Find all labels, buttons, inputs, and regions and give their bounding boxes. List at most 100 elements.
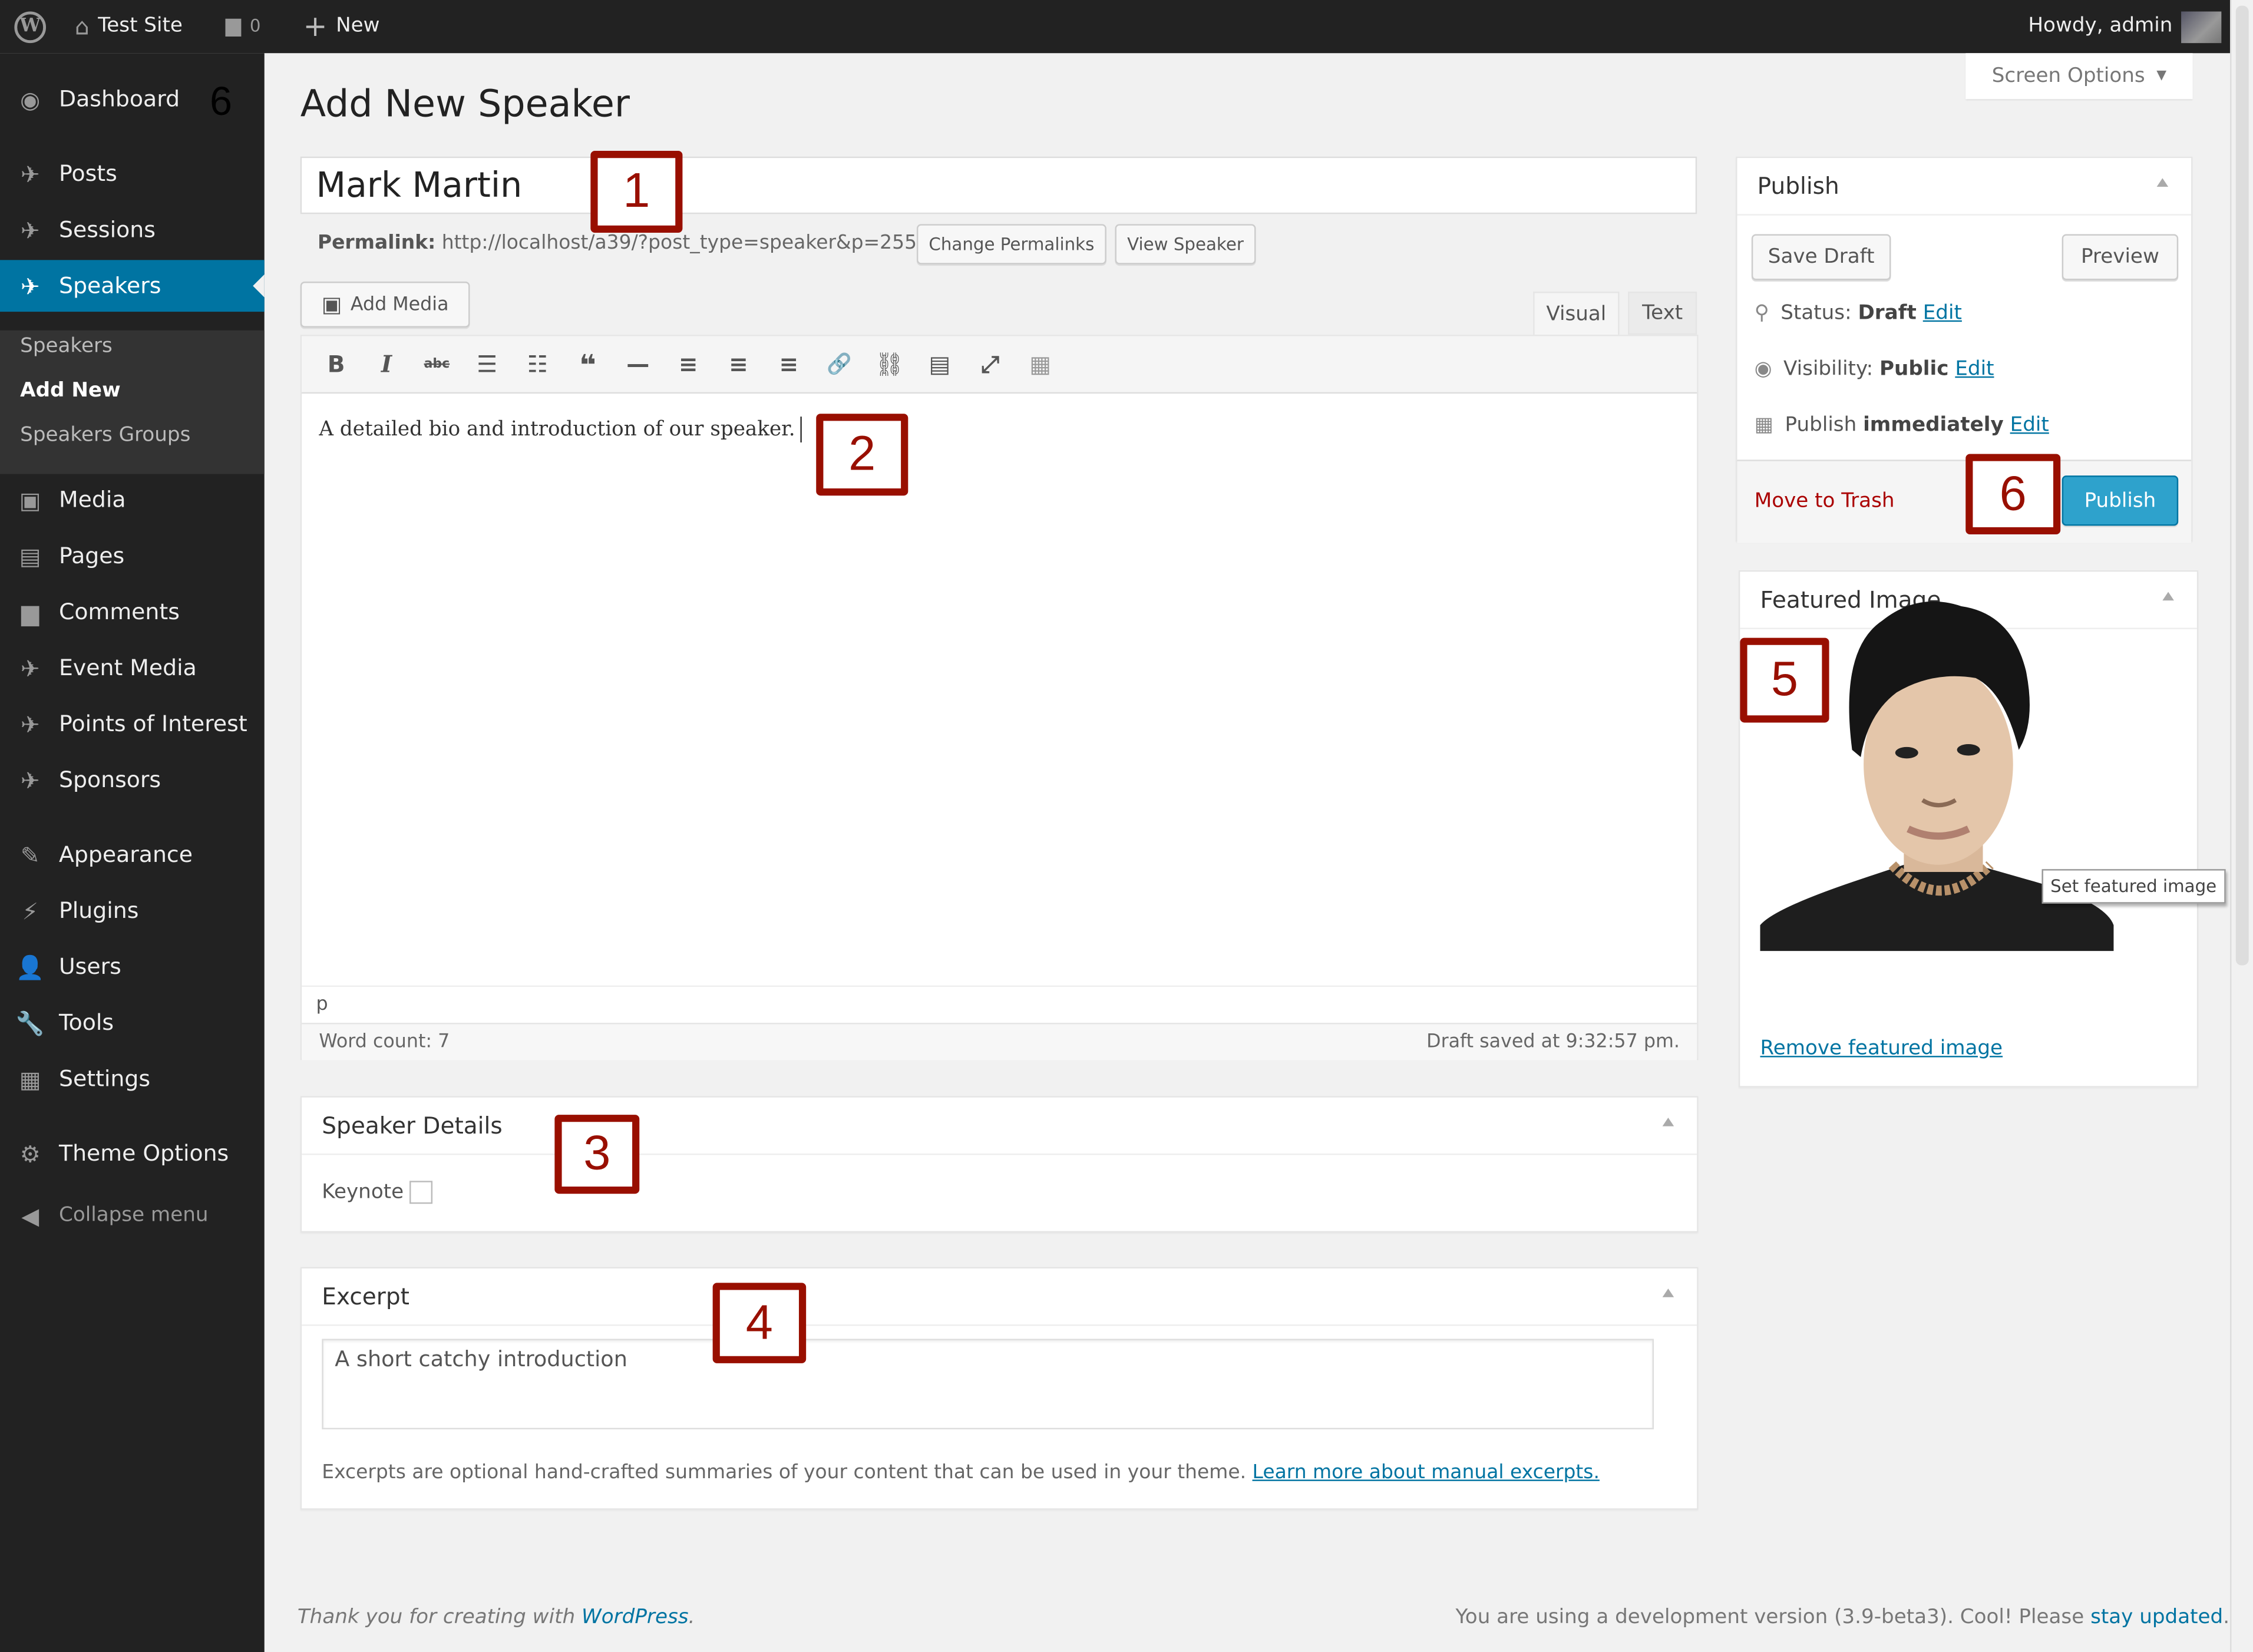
insert-more-icon[interactable]: ▤ [926, 350, 954, 379]
sidebar-item-theme-options[interactable]: ⚙ Theme Options [0, 1128, 265, 1179]
editor-body[interactable]: A detailed bio and introduction of our s… [319, 417, 802, 442]
annotation-marker-1: 1 [590, 151, 683, 233]
submenu-item-speakers[interactable]: Speakers [20, 335, 113, 358]
edit-schedule-link[interactable]: Edit [2010, 414, 2049, 437]
comments-link[interactable]: ▆ 0 [226, 0, 261, 53]
sidebar-item-pages[interactable]: ▤ Pages [0, 530, 265, 582]
move-to-trash-link[interactable]: Move to Trash [1755, 490, 1895, 513]
align-right-icon[interactable]: ≡ [775, 350, 804, 379]
caret-down-icon: ▼ [2156, 69, 2167, 84]
sidebar-item-event-media[interactable]: ✈ Event Media [0, 642, 265, 694]
sidebar-item-label: Users [58, 954, 121, 980]
sidebar-item-speakers[interactable]: ✈ Speakers [0, 260, 265, 312]
learn-more-excerpts-link[interactable]: Learn more about manual excerpts. [1253, 1461, 1600, 1484]
set-featured-image-tooltip: Set featured image [2041, 869, 2225, 904]
wordpress-logo-button[interactable]: W [14, 0, 47, 53]
collapse-toggle-icon[interactable] [2162, 592, 2174, 601]
eye-icon: ◉ [1754, 358, 1772, 381]
bold-icon[interactable]: B [322, 350, 351, 379]
kitchen-sink-icon[interactable]: ▦ [1026, 350, 1055, 379]
permalink-url[interactable]: http://localhost/a39/?post_type=speaker&… [442, 232, 917, 255]
page-scrollbar[interactable] [2229, 0, 2253, 1652]
new-content-link[interactable]: + New [303, 0, 380, 53]
stay-updated-link[interactable]: stay updated [2090, 1606, 2223, 1629]
sidebar-item-sponsors[interactable]: ✈ Sponsors [0, 754, 265, 806]
scrollbar-thumb[interactable] [2235, 5, 2249, 966]
numbered-list-icon[interactable]: ☷ [523, 350, 552, 379]
speaker-details-header[interactable]: Speaker Details [302, 1098, 1697, 1155]
sidebar-item-settings[interactable]: ▦ Settings [0, 1053, 265, 1105]
change-permalinks-button[interactable]: Change Permalinks [916, 224, 1106, 265]
editor-path: p [302, 985, 1697, 1023]
wordpress-link[interactable]: WordPress [582, 1606, 689, 1629]
plus-icon: + [303, 8, 328, 44]
save-draft-button[interactable]: Save Draft [1751, 234, 1891, 280]
media-icon: ▣ [19, 486, 41, 514]
sidebar-item-tools[interactable]: 🔧 Tools [0, 997, 265, 1049]
admin-bar: W ⌂ Test Site ▆ 0 + New Howdy, admin [0, 0, 2230, 54]
collapse-toggle-icon[interactable] [1662, 1117, 1674, 1126]
publish-box: Publish Save Draft Preview ⚲ Status: Dra… [1736, 156, 2193, 543]
account-menu[interactable]: Howdy, admin [2028, 0, 2222, 53]
edit-status-link[interactable]: Edit [1923, 302, 1962, 325]
sidebar-item-posts[interactable]: ✈ Posts [0, 148, 265, 200]
sidebar-item-users[interactable]: 👤 Users [0, 941, 265, 993]
add-media-label: Add Media [350, 293, 449, 316]
avatar [2181, 11, 2222, 42]
view-speaker-button[interactable]: View Speaker [1115, 224, 1256, 265]
home-icon: ⌂ [74, 12, 90, 41]
sidebar-item-label: Appearance [58, 841, 193, 868]
schedule-row: ▦ Publish immediately Edit [1755, 414, 2049, 437]
calendar-icon: ▦ [1754, 414, 1774, 437]
pages-icon: ▤ [19, 542, 41, 570]
schedule-label: Publish [1785, 414, 1857, 437]
sidebar-item-label: Pages [58, 543, 125, 569]
preview-button[interactable]: Preview [2062, 234, 2179, 280]
publish-button[interactable]: Publish [2062, 475, 2179, 526]
sidebar-item-label: Theme Options [58, 1140, 229, 1167]
excerpt-textarea[interactable]: A short catchy introduction [322, 1339, 1654, 1430]
align-left-icon[interactable]: ≡ [674, 350, 703, 379]
sidebar-item-comments[interactable]: ▆ Comments [0, 586, 265, 638]
add-media-button[interactable]: ▣ Add Media [300, 281, 470, 328]
sidebar-item-appearance[interactable]: ✎ Appearance [0, 829, 265, 881]
collapse-toggle-icon[interactable] [2156, 178, 2169, 187]
submenu-item-add-new[interactable]: Add New [20, 379, 120, 402]
collapse-menu-button[interactable]: ◀ Collapse menu [0, 1190, 265, 1241]
howdy-label: Howdy, admin [2028, 14, 2173, 38]
sidebar-item-points-of-interest[interactable]: ✈ Points of Interest [0, 698, 265, 750]
sidebar-item-media[interactable]: ▣ Media [0, 474, 265, 526]
sidebar-item-plugins[interactable]: ⚡ Plugins [0, 885, 265, 937]
sidebar-item-sessions[interactable]: ✈ Sessions [0, 204, 265, 256]
screen-options-button[interactable]: Screen Options ▼ [1965, 53, 2193, 100]
collapse-toggle-icon[interactable] [1662, 1288, 1674, 1297]
unlink-icon[interactable]: ⛓ [875, 350, 904, 379]
strikethrough-icon[interactable]: abc [422, 350, 451, 379]
plugins-icon: ⚡ [22, 897, 38, 925]
edit-visibility-link[interactable]: Edit [1955, 358, 1994, 381]
tab-visual[interactable]: Visual [1533, 291, 1620, 335]
footer-credit-text: Thank you for creating with [297, 1605, 576, 1629]
link-icon[interactable]: 🔗 [825, 350, 854, 379]
publish-header[interactable]: Publish [1737, 158, 2192, 216]
editor-toolbar: B I abc ☰ ☷ ❝ — ≡ ≡ ≡ 🔗 ⛓ ▤ ⤢ ▦ [302, 336, 1697, 394]
horizontal-rule-icon[interactable]: — [623, 350, 652, 379]
bullet-list-icon[interactable]: ☰ [473, 350, 501, 379]
editor-text: A detailed bio and introduction of our s… [319, 418, 795, 441]
align-center-icon[interactable]: ≡ [724, 350, 753, 379]
editor-status-bar: Word count: 7 Draft saved at 9:32:57 pm. [302, 1023, 1697, 1060]
site-name-link[interactable]: ⌂ Test Site [75, 0, 183, 53]
footer-version: You are using a development version (3.9… [1455, 1605, 2230, 1629]
keynote-checkbox[interactable] [409, 1181, 432, 1204]
appearance-icon: ✎ [20, 841, 40, 868]
italic-icon[interactable]: I [372, 350, 401, 379]
submenu-item-speakers-groups[interactable]: Speakers Groups [20, 424, 190, 447]
blockquote-icon[interactable]: ❝ [573, 347, 602, 382]
post-title-input[interactable]: Mark Martin [300, 156, 1697, 214]
remove-featured-image-link[interactable]: Remove featured image [1760, 1037, 2003, 1060]
annotation-marker-5: 5 [1740, 637, 1829, 723]
fullscreen-icon[interactable]: ⤢ [976, 350, 1005, 379]
tab-text[interactable]: Text [1628, 291, 1697, 335]
excerpt-header[interactable]: Excerpt [302, 1268, 1697, 1326]
pin-icon: ✈ [20, 710, 40, 738]
